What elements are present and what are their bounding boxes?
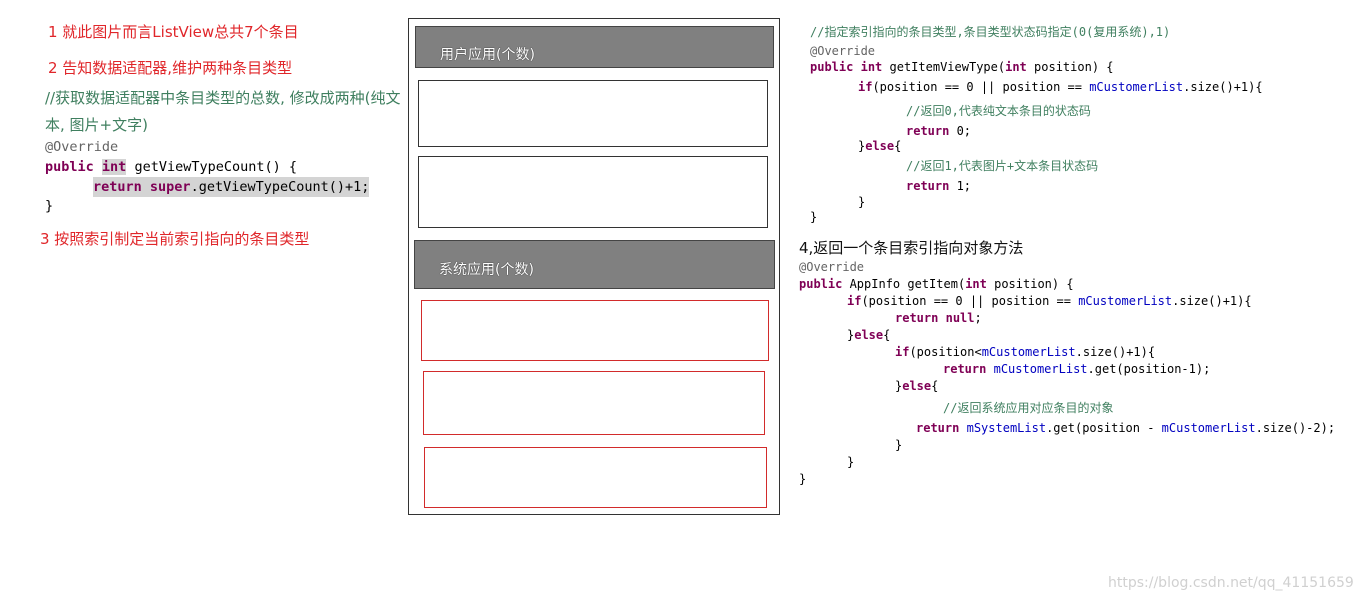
override-annotation-3: @Override [799,260,865,274]
get-item-heading: 4,返回一个条目索引指向对象方法 [799,239,1024,257]
return-expression: .getViewTypeCount()+1; [190,179,370,195]
close-brace: } [810,210,818,224]
note-two-types: 2 告知数据适配器,维护两种条目类型 [48,59,293,77]
get-call-end: .size()-2); [1255,421,1336,435]
system-app-item-2 [423,371,765,435]
user-app-item-1 [418,80,768,147]
method-params: position) { [986,277,1074,291]
note-type-by-index: 3 按照索引制定当前索引指向的条目类型 [40,230,310,248]
code-close-brace: } [45,198,54,214]
keyword-return: return [906,124,950,138]
return-1-comment: //返回1,代表图片+文本条目状态码 [906,159,1099,173]
code-return-line: return super.getViewTypeCount()+1; [93,177,370,197]
note-listview-count: 1 就此图片而言ListView总共7个条目 [48,23,299,41]
view-type-else-line: }else{ [858,136,901,156]
close-brace: } [895,438,903,452]
keyword-return: return [93,179,142,195]
get-call: .get(position-1); [1087,362,1211,376]
view-type-signature: public int getItemViewType(int position)… [810,57,1114,77]
get-item-signature: public AppInfo getItem(int position) { [799,276,1074,293]
keyword-int: int [1005,60,1027,74]
close-brace: } [858,195,866,209]
keyword-else: else [854,328,884,342]
keyword-int: int [101,159,127,175]
comment-line-1: //获取数据适配器中条目类型的总数, 修改成两种(纯文 [45,89,401,107]
close-brace: } [799,472,807,486]
close-brace: } [847,455,855,469]
keyword-return: return [906,179,950,193]
method-name: AppInfo getItem( [842,277,966,291]
system-apps-header: 系统应用(个数) [414,240,775,289]
watermark: https://blog.csdn.net/qq_41151659 [1108,575,1354,591]
keyword-public: public [810,60,854,74]
inner-else-line: }else{ [895,378,938,395]
keyword-return: return [916,421,960,435]
keyword-if: if [847,294,862,308]
get-item-else-line: }else{ [847,327,890,344]
field-customer-list: mCustomerList [1078,294,1173,308]
view-type-comment: //指定索引指向的条目类型,条目类型状态码指定(0(复用系统),1) [810,25,1171,39]
return-0-line: return 0; [906,121,971,141]
user-apps-header: 用户应用(个数) [415,26,774,68]
method-params: position) { [1026,60,1114,74]
get-call: .get(position - [1046,421,1162,435]
view-type-if-line: if(position == 0 || position == mCustome… [858,77,1263,97]
user-app-item-2 [418,156,768,228]
if-condition: (position< [909,345,982,359]
field-customer-list: mCustomerList [981,345,1076,359]
keyword-else: else [902,379,932,393]
method-signature: getViewTypeCount() { [126,159,297,175]
if-condition-end: .size()+1){ [1075,345,1156,359]
keyword-if: if [858,80,873,94]
system-app-item-3 [424,447,767,508]
brace: { [894,139,902,153]
if-condition: (position == 0 || position == [872,80,1090,94]
keyword-int: int [965,277,987,291]
semicolon: ; [974,311,982,325]
brace: { [883,328,891,342]
get-item-if-line: if(position == 0 || position == mCustome… [847,293,1252,310]
comment-line-2: 本, 图片+文字) [45,116,148,134]
return-1-line: return 1; [906,176,971,196]
keyword-public: public [799,277,843,291]
system-item-comment: //返回系统应用对应条目的对象 [943,401,1114,415]
keyword-else: else [865,139,895,153]
keyword-return: return [943,362,987,376]
system-apps-header-label: 系统应用(个数) [439,262,534,278]
keyword-int: int [860,60,883,74]
field-customer-list: mCustomerList [993,362,1088,376]
method-name: getItemViewType( [882,60,1006,74]
return-0-comment: //返回0,代表纯文本条目的状态码 [906,104,1091,118]
return-system-line: return mSystemList.get(position - mCusto… [916,420,1335,437]
listview-mockup: 用户应用(个数) 系统应用(个数) [408,18,780,515]
return-value: 0; [949,124,972,138]
keyword-null: null [945,311,975,325]
field-customer-list: mCustomerList [1161,421,1256,435]
keyword-public: public [45,159,94,175]
if-condition: (position == 0 || position == [861,294,1079,308]
return-null-line: return null; [895,310,982,327]
inner-if-line: if(position<mCustomerList.size()+1){ [895,344,1155,361]
code-signature: public int getViewTypeCount() { [45,157,297,177]
system-app-item-1 [421,300,769,361]
override-annotation: @Override [45,139,119,155]
if-condition-end: .size()+1){ [1183,80,1263,94]
keyword-super: super [149,179,191,195]
field-system-list: mSystemList [966,421,1047,435]
return-customer-line: return mCustomerList.get(position-1); [943,361,1210,378]
brace: { [931,379,939,393]
if-condition-end: .size()+1){ [1172,294,1252,308]
keyword-return: return [895,311,939,325]
field-customer-list: mCustomerList [1089,80,1184,94]
keyword-if: if [895,345,910,359]
return-value: 1; [949,179,972,193]
user-apps-header-label: 用户应用(个数) [440,47,535,63]
